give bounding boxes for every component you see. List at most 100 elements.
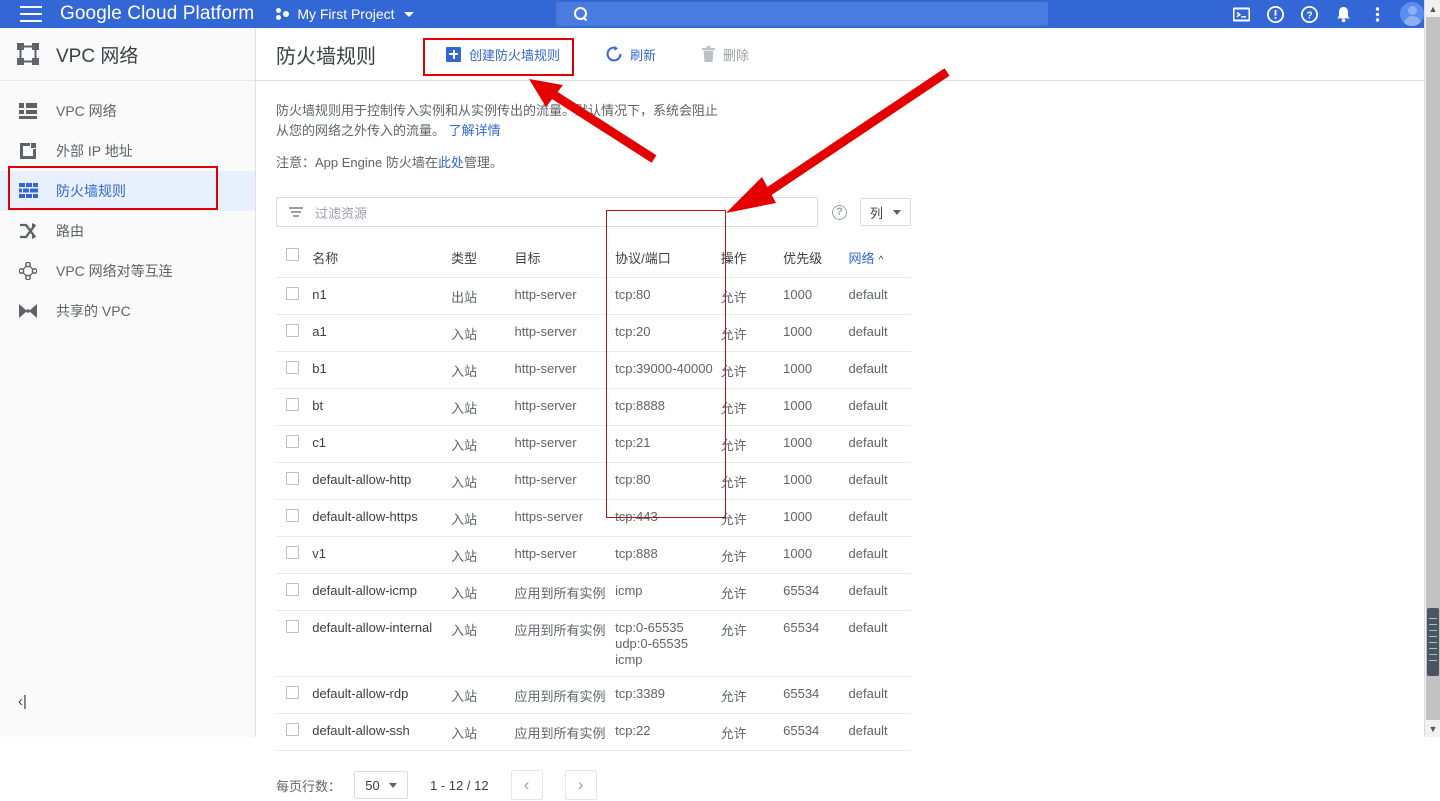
- cell-network: default: [849, 611, 911, 677]
- row-checkbox[interactable]: [286, 361, 299, 374]
- scroll-down-arrow-icon[interactable]: ▼: [1425, 720, 1440, 737]
- cell-action: 允许: [721, 537, 783, 574]
- cell-protocol-port: icmp: [615, 574, 721, 611]
- row-checkbox[interactable]: [286, 472, 299, 485]
- cell-name[interactable]: default-allow-ssh: [312, 714, 451, 751]
- cell-name[interactable]: default-allow-rdp: [312, 677, 451, 714]
- table-row[interactable]: bt入站http-servertcp:8888允许1000default: [276, 389, 911, 426]
- row-checkbox[interactable]: [286, 686, 299, 699]
- col-header-network[interactable]: 网络^: [849, 239, 911, 278]
- row-checkbox[interactable]: [286, 287, 299, 300]
- brand-title: Google Cloud Platform: [60, 3, 254, 25]
- cell-name[interactable]: b1: [312, 352, 451, 389]
- table-row[interactable]: default-allow-ssh入站应用到所有实例tcp:22允许65534d…: [276, 714, 911, 751]
- row-checkbox[interactable]: [286, 583, 299, 596]
- col-header-type[interactable]: 类型: [451, 239, 514, 278]
- vertical-scrollbar[interactable]: ▲ ▼: [1424, 0, 1440, 737]
- firewall-rules-table: 名称 类型 目标 协议/端口 操作 优先级 网络^ n1出站http-serve…: [276, 239, 911, 751]
- sidebar-item-vpc-networks[interactable]: VPC 网络: [0, 91, 255, 131]
- scrollbar-thumb[interactable]: [1427, 608, 1439, 676]
- rows-per-page-select[interactable]: 50: [354, 771, 408, 799]
- hamburger-menu-icon[interactable]: [20, 6, 42, 22]
- col-header-target[interactable]: 目标: [514, 239, 615, 278]
- cell-name[interactable]: default-allow-internal: [312, 611, 451, 677]
- cell-target: http-server: [514, 389, 615, 426]
- table-row[interactable]: c1入站http-servertcp:21允许1000default: [276, 426, 911, 463]
- cell-priority: 1000: [783, 315, 848, 352]
- select-all-checkbox[interactable]: [286, 248, 299, 261]
- collapse-sidebar-icon[interactable]: ‹|: [18, 694, 27, 709]
- previous-page-button[interactable]: ‹: [511, 770, 543, 800]
- cell-name[interactable]: n1: [312, 278, 451, 315]
- cell-type: 入站: [451, 677, 514, 714]
- more-vert-icon[interactable]: [1360, 0, 1394, 28]
- row-checkbox[interactable]: [286, 435, 299, 448]
- row-select-cell: [276, 677, 312, 714]
- cell-protocol-port: tcp:443: [615, 500, 721, 537]
- learn-more-link[interactable]: 了解详情: [449, 123, 501, 138]
- row-checkbox[interactable]: [286, 398, 299, 411]
- columns-dropdown[interactable]: 列: [860, 198, 911, 226]
- sidebar-item-routes[interactable]: 路由: [0, 211, 255, 251]
- chevron-down-icon: [404, 12, 414, 17]
- feedback-alert-icon[interactable]: [1258, 0, 1292, 28]
- global-search-input[interactable]: [556, 2, 1048, 26]
- cell-name[interactable]: c1: [312, 426, 451, 463]
- col-header-protocol-port[interactable]: 协议/端口: [615, 239, 721, 278]
- col-header-priority[interactable]: 优先级: [783, 239, 848, 278]
- delete-button[interactable]: 删除: [692, 36, 759, 72]
- scroll-up-arrow-icon[interactable]: ▲: [1425, 0, 1440, 17]
- notifications-bell-icon[interactable]: [1326, 0, 1360, 28]
- filter-resources-input[interactable]: 过滤资源: [276, 197, 818, 227]
- project-selector[interactable]: My First Project: [276, 6, 413, 22]
- cell-network: default: [849, 426, 911, 463]
- table-row[interactable]: default-allow-rdp入站应用到所有实例tcp:3389允许6553…: [276, 677, 911, 714]
- col-header-name[interactable]: 名称: [312, 239, 451, 278]
- row-select-cell: [276, 426, 312, 463]
- row-checkbox[interactable]: [286, 546, 299, 559]
- table-row[interactable]: default-allow-http入站http-servertcp:80允许1…: [276, 463, 911, 500]
- table-row[interactable]: default-allow-https入站https-servertcp:443…: [276, 500, 911, 537]
- table-row[interactable]: v1入站http-servertcp:888允许1000default: [276, 537, 911, 574]
- main-content: 防火墙规则 创建防火墙规则 刷新 删除 防火墙规则用于控制传入实例和从实例传出的…: [256, 28, 1424, 737]
- avatar[interactable]: [1400, 2, 1424, 26]
- cell-name[interactable]: default-allow-https: [312, 500, 451, 537]
- row-checkbox[interactable]: [286, 324, 299, 337]
- table-row[interactable]: default-allow-internal入站应用到所有实例tcp:0-655…: [276, 611, 911, 677]
- cell-type: 入站: [451, 611, 514, 677]
- cell-action: 允许: [721, 352, 783, 389]
- create-firewall-rule-button[interactable]: 创建防火墙规则: [436, 36, 570, 72]
- cell-name[interactable]: default-allow-http: [312, 463, 451, 500]
- row-checkbox[interactable]: [286, 509, 299, 522]
- col-header-network-label: 网络: [849, 251, 875, 266]
- table-row[interactable]: a1入站http-servertcp:20允许1000default: [276, 315, 911, 352]
- help-icon[interactable]: ?: [1292, 0, 1326, 28]
- sidebar-nav: VPC 网络 外部 IP 地址: [0, 81, 255, 331]
- table-row[interactable]: n1出站http-servertcp:80允许1000default: [276, 278, 911, 315]
- row-checkbox[interactable]: [286, 620, 299, 633]
- cell-action: 允许: [721, 714, 783, 751]
- sidebar-item-external-ip[interactable]: 外部 IP 地址: [0, 131, 255, 171]
- cell-type: 入站: [451, 714, 514, 751]
- refresh-label: 刷新: [630, 45, 656, 64]
- cell-name[interactable]: default-allow-icmp: [312, 574, 451, 611]
- row-checkbox[interactable]: [286, 723, 299, 736]
- table-row[interactable]: b1入站http-servertcp:39000-40000允许1000defa…: [276, 352, 911, 389]
- appengine-manage-link[interactable]: 此处: [438, 155, 464, 170]
- help-circle-icon[interactable]: ?: [832, 205, 847, 220]
- cell-priority: 65534: [783, 574, 848, 611]
- cell-name[interactable]: a1: [312, 315, 451, 352]
- sidebar-item-shared-vpc[interactable]: 共享的 VPC: [0, 291, 255, 331]
- col-header-action[interactable]: 操作: [721, 239, 783, 278]
- cell-priority: 1000: [783, 278, 848, 315]
- cell-action: 允许: [721, 611, 783, 677]
- cell-name[interactable]: v1: [312, 537, 451, 574]
- next-page-button[interactable]: ›: [565, 770, 597, 800]
- cloud-shell-icon[interactable]: [1224, 0, 1258, 28]
- table-header: 名称 类型 目标 协议/端口 操作 优先级 网络^: [276, 239, 911, 278]
- refresh-button[interactable]: 刷新: [596, 36, 666, 72]
- sidebar-item-vpc-peering[interactable]: VPC 网络对等互连: [0, 251, 255, 291]
- table-row[interactable]: default-allow-icmp入站应用到所有实例icmp允许65534de…: [276, 574, 911, 611]
- cell-name[interactable]: bt: [312, 389, 451, 426]
- sidebar-item-firewall-rules[interactable]: 防火墙规则: [0, 171, 255, 211]
